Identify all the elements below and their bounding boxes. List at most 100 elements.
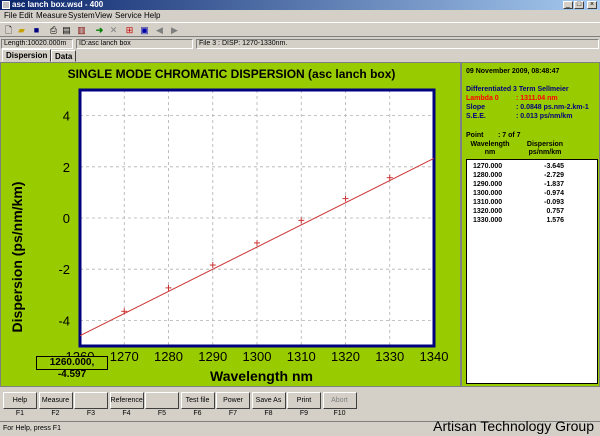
save-disk-icon[interactable]: ■ [31, 25, 42, 35]
wavelength-header-line2: nm [484, 149, 496, 156]
y-tick-label: 0 [63, 211, 70, 226]
table-row[interactable]: 1280.000 -2.729 [467, 171, 599, 180]
fkey-label-f8: F8 [264, 410, 273, 417]
fkey-button-f9[interactable]: Print [287, 392, 321, 409]
measurement-date: 09 November 2009, 08:48:47 [466, 68, 560, 75]
title-bar: asc lanch box.wsd - 400 _ □ × [0, 0, 600, 10]
table-row[interactable]: 1270.000 -3.645 [467, 162, 599, 171]
y-tick-label: 2 [63, 160, 70, 175]
close-button[interactable]: × [587, 1, 597, 9]
application-window: asc lanch box.wsd - 400 _ □ × File Edit … [0, 0, 600, 436]
toolbar: 🗋 ▰ ■ ⎙ ▤ ▥ ➜ ✕ ⊞ ▣ ◀ ▶ [0, 22, 600, 37]
wavelength-header-line1: Wavelength [470, 141, 510, 148]
menu-edit[interactable]: Edit [19, 11, 33, 20]
menu-bar: File Edit Measure System View Service He… [0, 10, 600, 21]
menu-file[interactable]: File [4, 11, 17, 20]
fkey-button-f10[interactable]: Abort [322, 392, 357, 409]
minimize-button[interactable]: _ [563, 1, 573, 9]
dispersion-chart[interactable]: 126012701280129013001310132013301340420-… [1, 63, 460, 386]
cursor-readout: 1260.000, -4.597 [36, 356, 108, 380]
x-tick-label: 1270 [110, 349, 139, 364]
results-table[interactable]: 1270.000 -3.645 1280.000 -2.729 1290.000 -1.8… [466, 159, 598, 384]
x-tick-label: 1280 [154, 349, 183, 364]
print-icon[interactable]: ⎙ [48, 25, 59, 35]
stop-icon[interactable]: ✕ [108, 25, 119, 35]
x-tick-label: 1310 [287, 349, 316, 364]
new-file-icon[interactable]: 🗋 [3, 25, 14, 35]
see-row: S.E.E. : 0.013 ps/nm/km [466, 112, 572, 121]
fkey-button-f6[interactable]: Test file [180, 392, 215, 409]
table-row[interactable]: 1320.000 0.757 [467, 207, 599, 216]
table-row[interactable]: 1310.000 -0.093 [467, 198, 599, 207]
x-tick-label: 1290 [198, 349, 227, 364]
fkey-button-f8[interactable]: Save As [251, 392, 286, 409]
point-value: : 7 of 7 [498, 132, 521, 139]
fkey-label-f2: F2 [51, 410, 60, 417]
menu-service[interactable]: Service [115, 11, 142, 20]
config-icon[interactable]: ▥ [76, 25, 87, 35]
watermark-text: Artisan Technology Group [433, 418, 594, 434]
lambda0-label: Lambda 0 [466, 95, 499, 102]
y-tick-label: 4 [63, 109, 70, 124]
app-icon[interactable] [2, 1, 10, 9]
fkey-button-f5[interactable] [145, 392, 179, 409]
file-field: File 3 : DISP: 1270-1330nm. [196, 39, 599, 49]
lambda0-row: Lambda 0 : 1311.04 nm [466, 94, 558, 103]
run-arrow-icon[interactable]: ➜ [94, 25, 105, 35]
open-folder-icon[interactable]: ▰ [16, 25, 27, 35]
next-arrow-icon[interactable]: ▶ [169, 25, 180, 35]
menu-system[interactable]: System [68, 11, 95, 20]
wavelength-cell: 1280.000 [473, 172, 503, 179]
dispersion-cell: -2.729 [544, 172, 564, 179]
menu-measure[interactable]: Measure [36, 11, 67, 20]
table-row[interactable]: 1330.000 1.576 [467, 216, 599, 225]
see-value: : 0.013 ps/nm/km [516, 113, 573, 120]
wavelength-cell: 1330.000 [473, 217, 503, 224]
dispersion-header-line2: ps/nm/km [528, 149, 562, 156]
fkey-button-f7[interactable]: Power [216, 392, 250, 409]
tab-data[interactable]: Data [51, 50, 77, 62]
slope-value: : 0.0848 ps.nm-2.km-1 [516, 104, 589, 111]
maximize-button[interactable]: □ [574, 1, 584, 9]
zoom-icon[interactable]: ▣ [139, 25, 150, 35]
slope-label: Slope [466, 104, 486, 111]
fkey-label-f5: F5 [157, 410, 167, 417]
fkey-label-f7: F7 [228, 410, 238, 417]
x-tick-label: 1330 [375, 349, 404, 364]
fkey-label-f1: F1 [15, 410, 25, 417]
tab-dispersion[interactable]: Dispersion [2, 49, 52, 62]
function-key-bar: Help F1 Measure F2 F3 Reference F4 F5 Test file F… [0, 390, 600, 420]
fkey-label-f3: F3 [86, 410, 96, 417]
x-tick-label: 1320 [331, 349, 360, 364]
fkey-button-f3[interactable] [74, 392, 108, 409]
see-label: S.E.E. [466, 113, 486, 120]
dispersion-cell: -0.093 [544, 199, 564, 206]
table-row[interactable]: 1300.000 -0.974 [467, 189, 599, 198]
previous-arrow-icon[interactable]: ◀ [154, 25, 165, 35]
fkey-button-f1[interactable]: Help [3, 392, 37, 409]
lambda0-value: : 1311.04 nm [516, 95, 558, 102]
slope-row: Slope : 0.0848 ps.nm-2.km-1 [466, 103, 589, 112]
y-axis-label: Dispersion (ps/nm/km) [9, 181, 25, 333]
point-label: Point [466, 132, 484, 139]
wavelength-cell: 1310.000 [473, 199, 503, 206]
tab-strip: Dispersion Data [0, 49, 600, 62]
table-row[interactable]: 1290.000 -1.837 [467, 180, 599, 189]
fkey-label-f10: F10 [333, 410, 346, 417]
chart-panel: SINGLE MODE CHROMATIC DISPERSION (asc la… [0, 62, 461, 387]
x-tick-label: 1340 [420, 349, 449, 364]
length-field: Length:10020.000m [1, 39, 73, 49]
wavelength-cell: 1270.000 [473, 163, 503, 170]
menu-view[interactable]: View [95, 11, 112, 20]
fkey-button-f4[interactable]: Reference [109, 392, 144, 409]
menu-help[interactable]: Help [144, 11, 160, 20]
window-title: asc lanch box.wsd - 400 [12, 0, 104, 9]
grid-icon[interactable]: ⊞ [124, 25, 135, 35]
dispersion-cell: 1.576 [546, 217, 564, 224]
y-tick-label: -4 [58, 313, 70, 328]
fkey-button-f2[interactable]: Measure [38, 392, 73, 409]
preview-icon[interactable]: ▤ [61, 25, 72, 35]
dispersion-cell: -3.645 [544, 163, 564, 170]
fit-method: Differentiated 3 Term Sellmeier [466, 86, 569, 93]
status-help-text: For Help, press F1 [3, 425, 61, 432]
